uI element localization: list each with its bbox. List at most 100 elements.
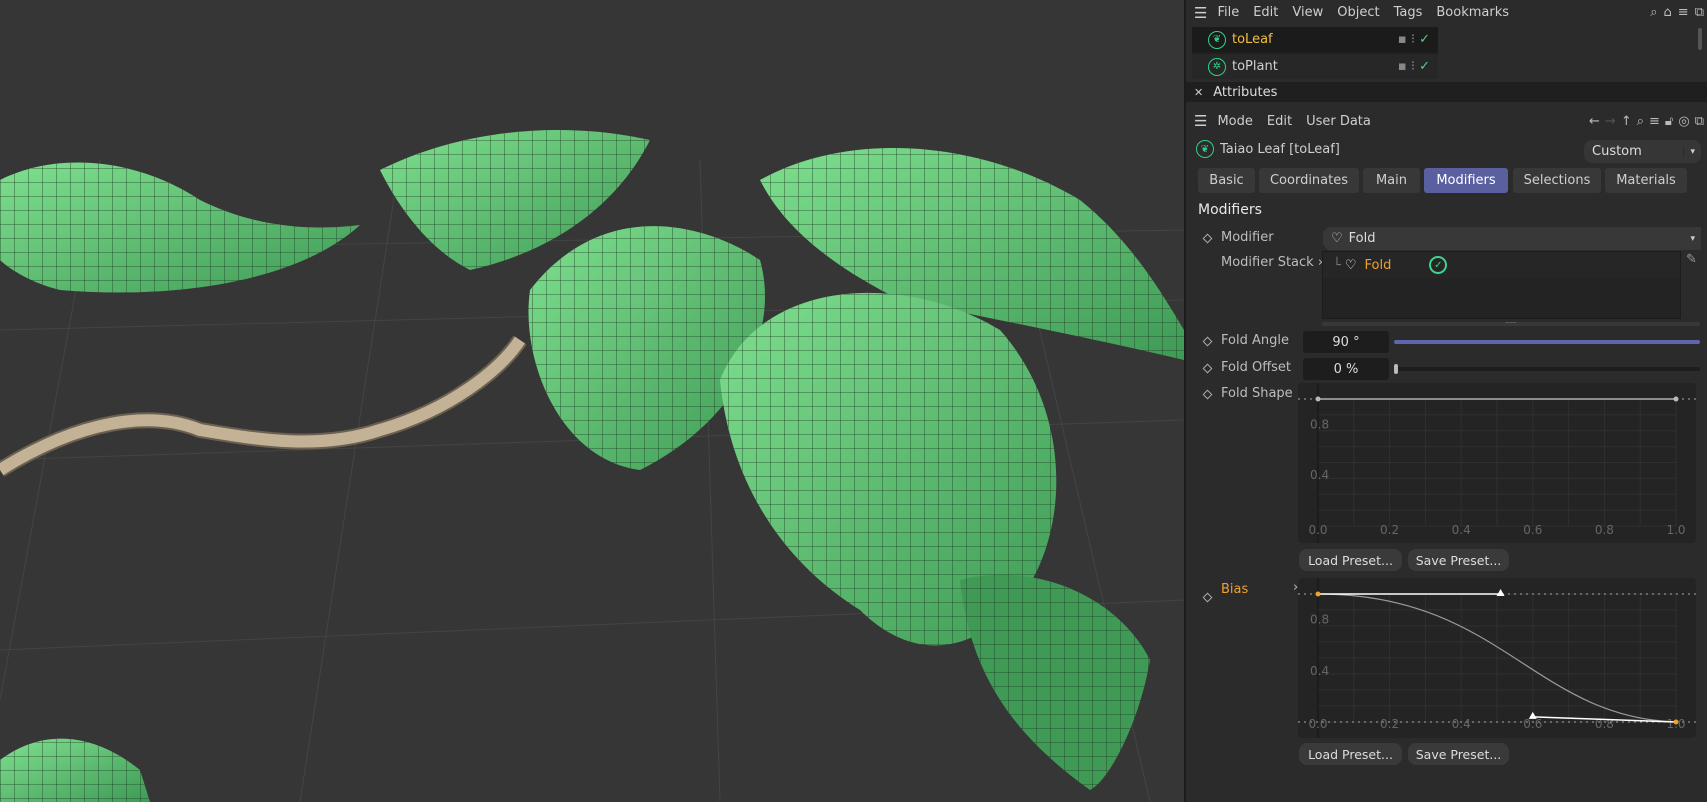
fold-offset-slider[interactable] bbox=[1394, 364, 1700, 374]
chevron-down-icon: ▾ bbox=[1690, 233, 1695, 244]
spline-point bbox=[1315, 591, 1321, 597]
keyframe-icon[interactable] bbox=[1202, 233, 1213, 244]
menu-tags[interactable]: Tags bbox=[1394, 5, 1423, 20]
fold-shape-label: Fold Shape › bbox=[1221, 386, 1302, 401]
y-tick-label: 0.8 bbox=[1310, 417, 1329, 431]
x-tick-label: 0.6 bbox=[1523, 523, 1542, 537]
object-row-toleaf[interactable]: ❦ toLeaf ▪ ⁝ ✓ bbox=[1192, 27, 1438, 52]
chevron-down-icon: ▾ bbox=[1683, 146, 1695, 157]
resize-handle[interactable]: ······ bbox=[1322, 321, 1700, 327]
visibility-icon[interactable]: ▪ ⁝ ✓ bbox=[1398, 59, 1430, 74]
attributes-menubar: ☰ Mode Edit User Data ← → ↑ ⌕ ≡ 🔓︎ ◎ ⧉ bbox=[1194, 110, 1704, 132]
spline-point bbox=[1673, 396, 1679, 402]
hamburger-menu-icon[interactable]: ☰ bbox=[1194, 4, 1207, 22]
spline-point bbox=[1315, 396, 1321, 402]
tab-materials[interactable]: Materials bbox=[1605, 168, 1687, 193]
fold-shape-spline-graph[interactable]: 0.0 0.2 0.4 0.6 0.8 1.0 0.8 0.4 bbox=[1298, 383, 1696, 543]
x-tick-label: 0.2 bbox=[1380, 523, 1399, 537]
menu-user-data[interactable]: User Data bbox=[1306, 114, 1371, 129]
menu-object[interactable]: Object bbox=[1337, 5, 1379, 20]
tab-coordinates[interactable]: Coordinates bbox=[1259, 168, 1359, 193]
hamburger-menu-icon[interactable]: ☰ bbox=[1194, 112, 1207, 130]
back-arrow-icon[interactable]: ← bbox=[1589, 114, 1600, 129]
tab-basic[interactable]: Basic bbox=[1198, 168, 1255, 193]
load-preset-button[interactable]: Load Preset... bbox=[1299, 743, 1402, 765]
keyframe-icon[interactable] bbox=[1202, 336, 1213, 347]
tab-main[interactable]: Main bbox=[1363, 168, 1420, 193]
check-icon[interactable]: ✓ bbox=[1419, 59, 1430, 74]
attributes-tab[interactable]: ✕ Attributes bbox=[1186, 82, 1707, 102]
filter-icon[interactable]: ≡ bbox=[1678, 5, 1689, 20]
forward-arrow-icon[interactable]: → bbox=[1605, 114, 1616, 129]
stack-item-name: Fold bbox=[1364, 257, 1392, 273]
x-tick-label: 0.6 bbox=[1523, 717, 1542, 731]
spline-point bbox=[1673, 719, 1679, 725]
preset-value: Custom bbox=[1592, 144, 1642, 159]
fold-shape-text: Fold Shape bbox=[1221, 386, 1293, 401]
modifier-label: Modifier bbox=[1221, 230, 1274, 245]
x-tick-label: 0.2 bbox=[1380, 717, 1399, 731]
y-tick-label: 0.4 bbox=[1310, 664, 1329, 678]
x-tick-label: 0.0 bbox=[1308, 523, 1327, 537]
filter-icon[interactable]: ≡ bbox=[1649, 114, 1660, 129]
visibility-icon[interactable]: ▪ ⁝ ✓ bbox=[1398, 32, 1430, 47]
search-icon[interactable]: ⌕ bbox=[1637, 114, 1644, 129]
section-heading: Modifiers bbox=[1198, 202, 1262, 218]
enabled-check-icon[interactable]: ✓ bbox=[1429, 256, 1448, 274]
fold-angle-input[interactable]: 90 ° bbox=[1303, 331, 1389, 353]
slider-fill bbox=[1394, 340, 1700, 344]
fold-angle-label: Fold Angle bbox=[1221, 333, 1289, 348]
x-tick-label: 0.4 bbox=[1452, 523, 1471, 537]
popout-icon[interactable]: ⧉ bbox=[1695, 5, 1704, 20]
3d-viewport[interactable] bbox=[0, 0, 1184, 802]
fold-icon: ♡ bbox=[1344, 257, 1357, 273]
object-list: ❦ toLeaf ▪ ⁝ ✓ ✲ toPlant ▪ ⁝ ✓ bbox=[1192, 27, 1438, 79]
stack-item[interactable]: └ ♡ Fold ✓ bbox=[1323, 252, 1680, 278]
bias-spline-graph[interactable]: 0.00.20.40.60.81.00.80.4 bbox=[1298, 578, 1696, 738]
y-tick-label: 0.4 bbox=[1310, 468, 1329, 482]
fold-angle-slider[interactable] bbox=[1394, 340, 1700, 344]
check-icon[interactable]: ✓ bbox=[1419, 32, 1430, 47]
leaf-icon: ❦ bbox=[1208, 30, 1226, 49]
fold-offset-label: Fold Offset bbox=[1221, 360, 1292, 375]
menu-mode[interactable]: Mode bbox=[1217, 114, 1252, 129]
up-arrow-icon[interactable]: ↑ bbox=[1621, 114, 1632, 129]
slider-handle[interactable] bbox=[1394, 364, 1398, 374]
modifier-value: Fold bbox=[1348, 231, 1376, 246]
target-icon[interactable]: ◎ bbox=[1678, 114, 1689, 129]
save-preset-button[interactable]: Save Preset... bbox=[1408, 743, 1509, 765]
menu-bookmarks[interactable]: Bookmarks bbox=[1436, 5, 1509, 20]
right-panel: ☰ File Edit View Object Tags Bookmarks ⌕… bbox=[1184, 0, 1707, 802]
modifier-dropdown[interactable]: ♡ Fold ▾ bbox=[1323, 227, 1701, 250]
load-preset-button[interactable]: Load Preset... bbox=[1299, 549, 1402, 571]
menu-file[interactable]: File bbox=[1217, 5, 1239, 20]
modifier-stack-label: Modifier Stack › bbox=[1221, 255, 1323, 270]
x-tick-label: 1.0 bbox=[1666, 523, 1685, 537]
x-tick-label: 0.4 bbox=[1452, 717, 1471, 731]
bias-label: Bias bbox=[1221, 582, 1249, 597]
keyframe-icon[interactable] bbox=[1202, 592, 1213, 603]
object-row-toplant[interactable]: ✲ toPlant ▪ ⁝ ✓ bbox=[1192, 54, 1438, 79]
x-tick-label: 0.0 bbox=[1308, 717, 1327, 731]
close-icon[interactable]: ✕ bbox=[1194, 86, 1203, 99]
menu-view[interactable]: View bbox=[1292, 5, 1323, 20]
eyedropper-icon[interactable]: ✎ bbox=[1686, 252, 1697, 267]
search-icon[interactable]: ⌕ bbox=[1650, 5, 1657, 20]
x-tick-label: 0.8 bbox=[1595, 523, 1614, 537]
lock-icon[interactable]: 🔓︎ bbox=[1665, 114, 1673, 129]
preset-dropdown[interactable]: Custom ▾ bbox=[1584, 140, 1701, 163]
popout-icon[interactable]: ⧉ bbox=[1695, 114, 1704, 129]
menu-edit[interactable]: Edit bbox=[1267, 114, 1292, 129]
tab-selections[interactable]: Selections bbox=[1513, 168, 1601, 193]
keyframe-icon[interactable] bbox=[1202, 363, 1213, 374]
leaf-meshes bbox=[0, 130, 1184, 802]
tab-modifiers[interactable]: Modifiers bbox=[1424, 168, 1508, 193]
object-name: toLeaf bbox=[1232, 32, 1273, 47]
home-icon[interactable]: ⌂ bbox=[1664, 5, 1672, 20]
save-preset-button[interactable]: Save Preset... bbox=[1408, 549, 1509, 571]
fold-offset-input[interactable]: 0 % bbox=[1303, 358, 1389, 380]
keyframe-icon[interactable] bbox=[1202, 389, 1213, 400]
scrollbar[interactable] bbox=[1698, 28, 1702, 50]
menu-edit[interactable]: Edit bbox=[1253, 5, 1278, 20]
object-header: ❦ Taiao Leaf [toLeaf] bbox=[1196, 140, 1340, 158]
